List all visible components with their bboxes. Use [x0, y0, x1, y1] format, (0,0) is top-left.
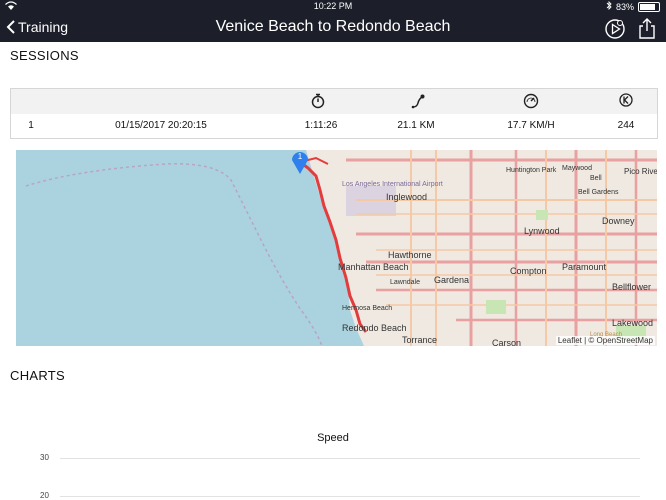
map-label: Maywood	[562, 165, 592, 172]
stopwatch-icon	[311, 93, 325, 114]
map-label: Torrance	[402, 335, 437, 345]
map-label: Huntington Park	[506, 167, 557, 174]
battery-percent: 83%	[615, 1, 634, 12]
map-label: Bell Gardens	[578, 189, 619, 196]
map-label: Bell	[590, 175, 602, 182]
session-calories: 244	[617, 120, 635, 131]
map-label: Pico Rivera	[624, 167, 657, 176]
table-row[interactable]: 1 01/15/2017 20:20:15 1:11:26 21.1 KM 17…	[11, 114, 657, 138]
map-label: Gardena	[434, 275, 469, 285]
map-label: Compton	[510, 266, 547, 276]
y-tick-label: 20	[40, 491, 49, 500]
map-label: Redondo Beach	[342, 323, 407, 333]
battery-icon	[638, 1, 660, 12]
map-label: Carson	[492, 338, 521, 346]
chart-gridline	[60, 496, 640, 497]
map-label: Downey	[602, 216, 635, 226]
play-icon[interactable]	[604, 18, 626, 45]
map-label: Hawthorne	[388, 250, 432, 260]
session-distance: 21.1 KM	[397, 120, 435, 131]
page-title: Venice Beach to Redondo Beach	[215, 18, 451, 35]
map-label: Lakewood	[612, 318, 653, 328]
charts-heading: CHARTS	[10, 368, 66, 383]
map-label: Los Angeles International Airport	[342, 181, 443, 188]
map-canvas: 1 Los Angeles International Airport Ingl…	[16, 150, 657, 346]
map-label: Manhattan Beach	[338, 262, 409, 272]
sessions-heading: SESSIONS	[10, 48, 79, 63]
chart-gridline	[60, 458, 640, 459]
share-icon[interactable]	[638, 18, 656, 45]
route-map[interactable]: 1 Los Angeles International Airport Ingl…	[16, 150, 657, 346]
speedometer-icon	[523, 93, 539, 114]
map-label: Paramount	[562, 262, 607, 272]
map-label: Hermosa Beach	[342, 305, 392, 312]
navigation-bar: Training Venice Beach to Redondo Beach	[0, 14, 666, 42]
chart-title: Speed	[317, 432, 349, 444]
session-duration: 1:11:26	[304, 120, 338, 131]
bluetooth-icon	[606, 0, 612, 12]
status-time: 10:22 PM	[313, 1, 353, 11]
map-attribution[interactable]: Leaflet | © OpenStreetMap	[555, 336, 655, 345]
session-index: 1	[28, 120, 34, 131]
y-tick-label: 30	[40, 453, 49, 462]
sessions-table: 1 01/15/2017 20:20:15 1:11:26 21.1 KM 17…	[10, 88, 658, 139]
session-date: 01/15/2017 20:20:15	[115, 120, 207, 131]
map-label: Inglewood	[386, 192, 427, 202]
calories-icon	[619, 93, 633, 112]
map-marker-label: 1	[298, 152, 303, 161]
map-label: Lawndale	[390, 279, 420, 286]
session-speed: 17.7 KM/H	[507, 120, 555, 131]
map-label: Bellflower	[612, 282, 651, 292]
route-distance-icon	[411, 93, 425, 114]
map-label: Lynwood	[524, 226, 560, 236]
status-bar: 10:22 PM 83%	[0, 0, 666, 14]
